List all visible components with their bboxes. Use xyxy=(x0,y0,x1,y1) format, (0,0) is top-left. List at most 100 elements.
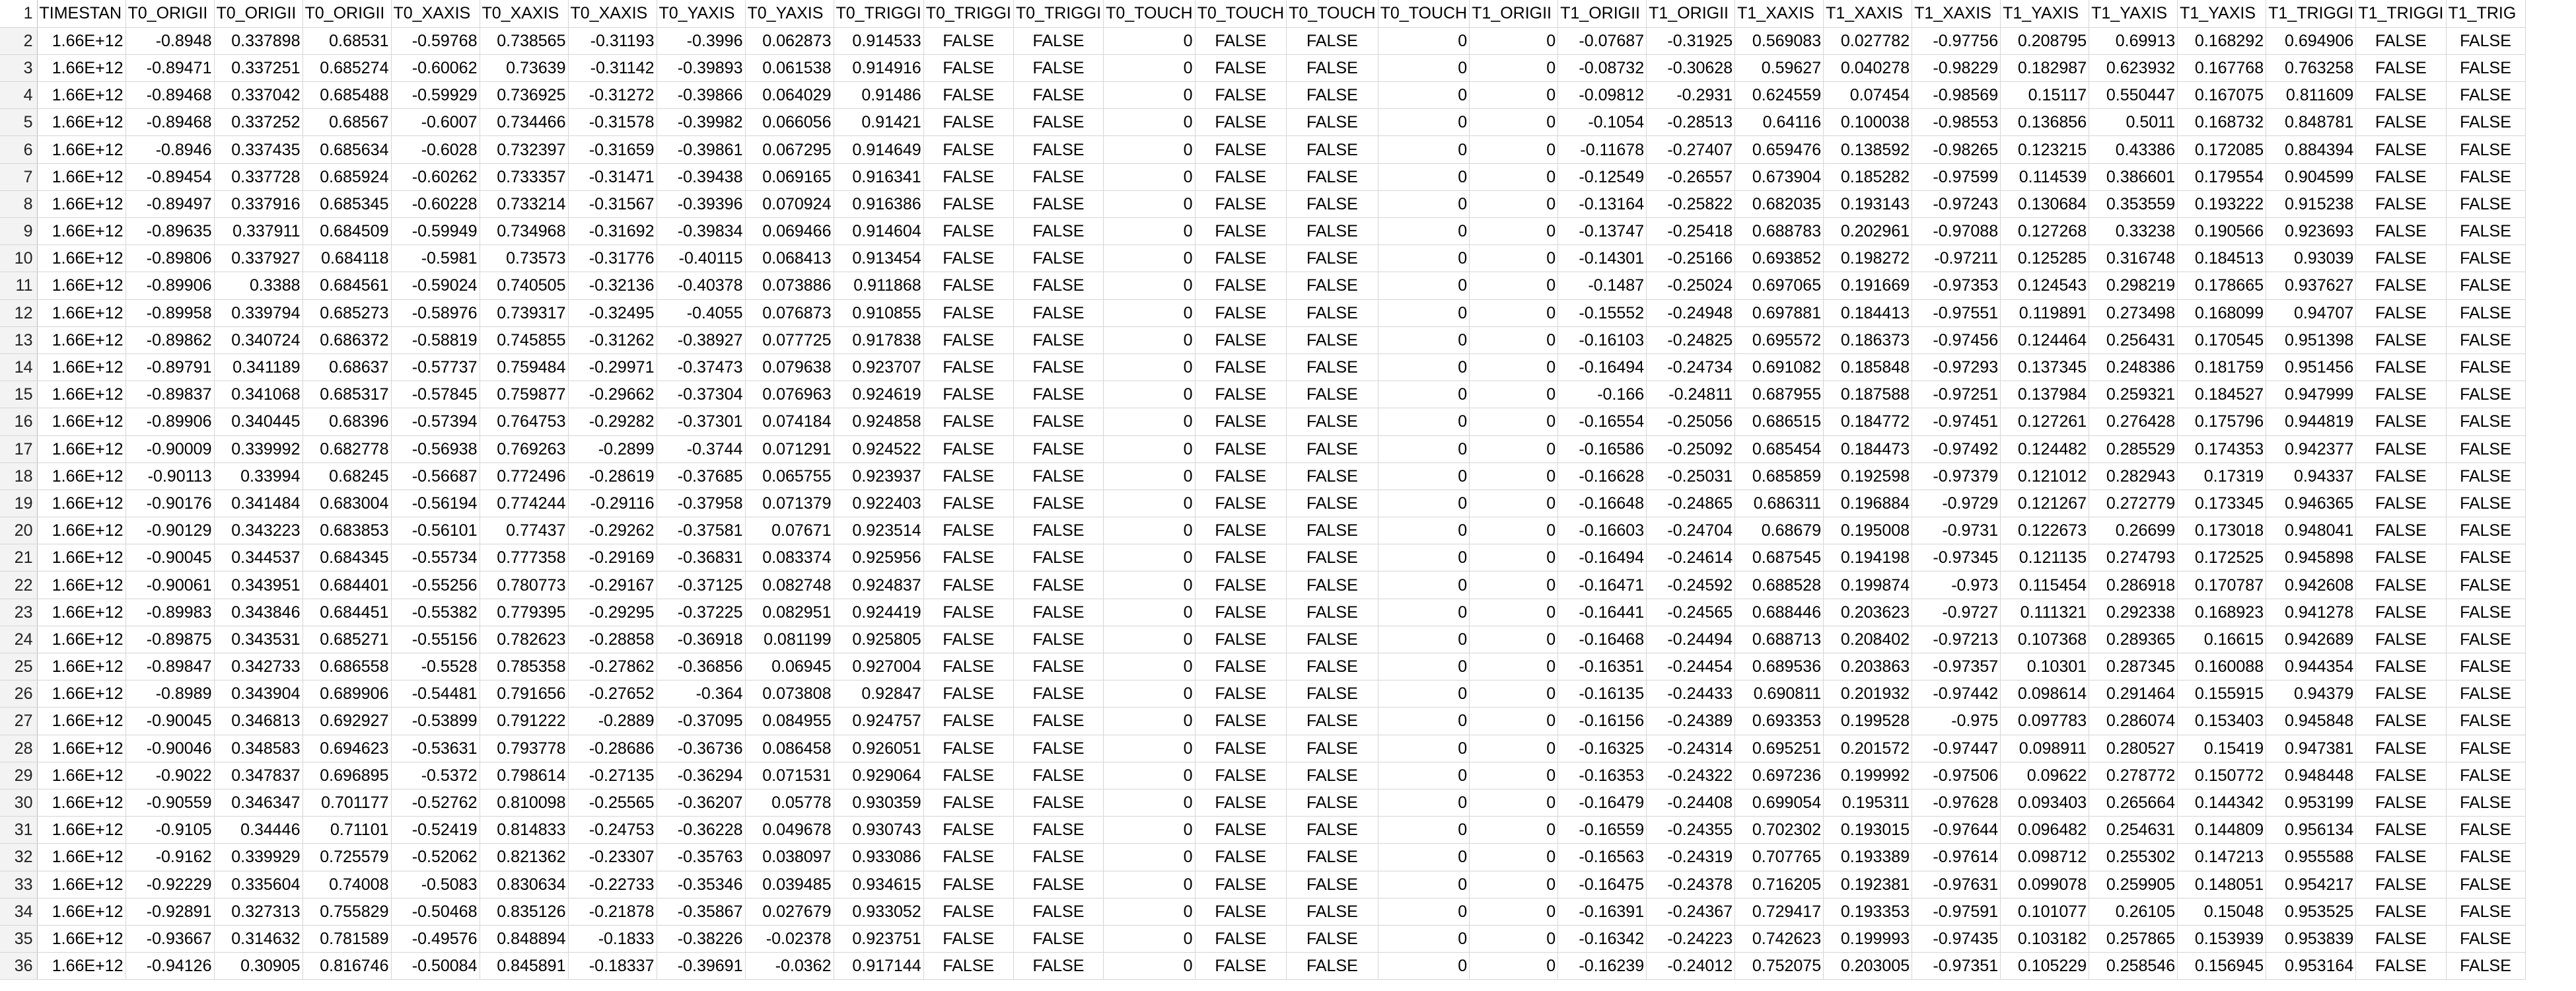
table-cell[interactable]: 0.811609 xyxy=(2266,81,2357,110)
table-cell[interactable]: 0.316748 xyxy=(2089,244,2178,273)
table-cell[interactable]: -0.97591 xyxy=(1912,898,2001,926)
table-cell[interactable]: 0.286074 xyxy=(2089,707,2178,735)
table-cell[interactable]: -0.90009 xyxy=(125,435,215,463)
table-cell[interactable]: 0.68396 xyxy=(303,408,392,436)
column-header-cell[interactable]: T0_YAXIS xyxy=(657,0,746,28)
table-cell[interactable]: FALSE xyxy=(1195,54,1287,83)
table-cell[interactable]: 0 xyxy=(1469,544,1559,572)
table-cell[interactable]: 0 xyxy=(1103,707,1196,735)
table-cell[interactable]: 0 xyxy=(1103,789,1196,817)
table-cell[interactable]: FALSE xyxy=(2355,217,2447,246)
table-cell[interactable]: 0 xyxy=(1469,353,1559,382)
table-cell[interactable]: 0 xyxy=(1469,680,1559,708)
table-cell[interactable]: FALSE xyxy=(2446,707,2526,735)
table-cell[interactable]: -0.39691 xyxy=(657,952,746,980)
table-cell[interactable]: 0.945848 xyxy=(2266,707,2357,735)
table-cell[interactable]: 1.66E+12 xyxy=(37,408,126,436)
column-header-cell[interactable]: T0_YAXIS xyxy=(745,0,834,28)
table-cell[interactable]: FALSE xyxy=(2355,517,2447,545)
table-cell[interactable]: FALSE xyxy=(2355,707,2447,735)
table-cell[interactable]: 0.684509 xyxy=(303,217,392,246)
table-cell[interactable]: 0.298219 xyxy=(2089,272,2178,300)
table-cell[interactable]: 0.119891 xyxy=(2000,299,2090,327)
table-cell[interactable]: 0 xyxy=(1469,462,1559,490)
table-cell[interactable]: 0.179554 xyxy=(2177,163,2267,191)
table-cell[interactable]: 0.184772 xyxy=(1823,408,1913,436)
table-cell[interactable]: 0.150772 xyxy=(2177,762,2267,789)
table-cell[interactable]: 0 xyxy=(1378,925,1470,953)
table-cell[interactable]: 0.68531 xyxy=(303,27,392,55)
table-cell[interactable]: 0.821362 xyxy=(480,843,569,871)
table-cell[interactable]: 0.191669 xyxy=(1823,272,1913,300)
table-cell[interactable]: 0.040278 xyxy=(1823,54,1913,83)
table-cell[interactable]: 0.086458 xyxy=(745,735,834,762)
table-cell[interactable]: -0.89862 xyxy=(125,326,215,354)
table-cell[interactable]: FALSE xyxy=(1013,490,1104,518)
table-cell[interactable]: 0.942689 xyxy=(2266,626,2357,654)
table-cell[interactable]: FALSE xyxy=(1286,435,1378,463)
table-cell[interactable]: 0 xyxy=(1378,680,1470,708)
table-cell[interactable]: FALSE xyxy=(1013,843,1104,871)
table-cell[interactable]: 0.168923 xyxy=(2177,599,2267,626)
table-cell[interactable]: 0.049678 xyxy=(745,816,834,844)
table-cell[interactable]: 0.073808 xyxy=(745,680,834,708)
table-cell[interactable]: 0.569083 xyxy=(1735,27,1824,55)
table-cell[interactable]: FALSE xyxy=(1013,816,1104,844)
table-cell[interactable]: -0.24454 xyxy=(1646,653,1736,681)
table-cell[interactable]: FALSE xyxy=(1286,135,1378,164)
table-cell[interactable]: -0.60062 xyxy=(391,54,480,83)
table-cell[interactable]: -0.1833 xyxy=(568,925,657,953)
table-cell[interactable]: 0.73639 xyxy=(480,54,569,83)
table-cell[interactable]: 0.348583 xyxy=(214,735,303,762)
table-cell[interactable]: FALSE xyxy=(1013,571,1104,599)
table-cell[interactable]: -0.30628 xyxy=(1646,54,1736,83)
table-cell[interactable]: -0.16239 xyxy=(1557,952,1647,980)
table-cell[interactable]: 0.203623 xyxy=(1823,599,1913,626)
table-cell[interactable]: 0.942377 xyxy=(2266,435,2357,463)
table-cell[interactable]: -0.89906 xyxy=(125,408,215,436)
table-cell[interactable]: 0.346347 xyxy=(214,789,303,817)
table-cell[interactable]: -0.31578 xyxy=(568,108,657,137)
table-cell[interactable]: -0.97451 xyxy=(1912,408,2001,436)
table-cell[interactable]: 0.793778 xyxy=(480,735,569,762)
table-cell[interactable]: -0.16628 xyxy=(1557,462,1647,490)
table-cell[interactable]: -0.29167 xyxy=(568,571,657,599)
table-cell[interactable]: 0 xyxy=(1378,190,1470,219)
table-cell[interactable]: -0.24367 xyxy=(1646,898,1736,926)
table-cell[interactable]: FALSE xyxy=(1195,871,1287,899)
table-cell[interactable]: 0.122673 xyxy=(2000,517,2090,545)
table-cell[interactable]: 0.929064 xyxy=(834,762,924,789)
table-cell[interactable]: 0 xyxy=(1103,517,1196,545)
table-cell[interactable]: 0.208402 xyxy=(1823,626,1913,654)
table-cell[interactable]: -0.90045 xyxy=(125,707,215,735)
table-cell[interactable]: 0 xyxy=(1103,408,1196,436)
table-cell[interactable]: -0.50468 xyxy=(391,898,480,926)
table-cell[interactable]: -0.29282 xyxy=(568,408,657,436)
table-cell[interactable]: 0.686372 xyxy=(303,326,392,354)
table-cell[interactable]: 0 xyxy=(1378,163,1470,191)
table-cell[interactable]: -0.6007 xyxy=(391,108,480,137)
table-cell[interactable]: 0.781589 xyxy=(303,925,392,953)
table-cell[interactable]: FALSE xyxy=(2446,680,2526,708)
table-cell[interactable]: 0.951456 xyxy=(2266,353,2357,382)
table-cell[interactable]: -0.28513 xyxy=(1646,108,1736,137)
table-cell[interactable]: 0.924837 xyxy=(834,571,924,599)
table-cell[interactable]: 0.202961 xyxy=(1823,217,1913,246)
table-cell[interactable]: 0.3388 xyxy=(214,272,303,300)
table-cell[interactable]: 0.068413 xyxy=(745,244,834,273)
table-cell[interactable]: FALSE xyxy=(2355,135,2447,164)
table-cell[interactable]: 0.736925 xyxy=(480,81,569,110)
table-cell[interactable]: 0.15048 xyxy=(2177,898,2267,926)
table-cell[interactable]: FALSE xyxy=(923,381,1014,409)
table-cell[interactable]: FALSE xyxy=(1013,381,1104,409)
table-cell[interactable]: 0.791656 xyxy=(480,680,569,708)
table-cell[interactable]: FALSE xyxy=(2355,952,2447,980)
table-cell[interactable]: 0.137345 xyxy=(2000,353,2090,382)
table-cell[interactable]: 0.386601 xyxy=(2089,163,2178,191)
table-cell[interactable]: -0.36294 xyxy=(657,762,746,789)
column-header-cell[interactable]: T0_TOUCH xyxy=(1378,0,1470,28)
table-cell[interactable]: 0 xyxy=(1378,135,1470,164)
table-cell[interactable]: -0.22733 xyxy=(568,871,657,899)
table-cell[interactable]: 0.925805 xyxy=(834,626,924,654)
table-cell[interactable]: 0.272779 xyxy=(2089,490,2178,518)
